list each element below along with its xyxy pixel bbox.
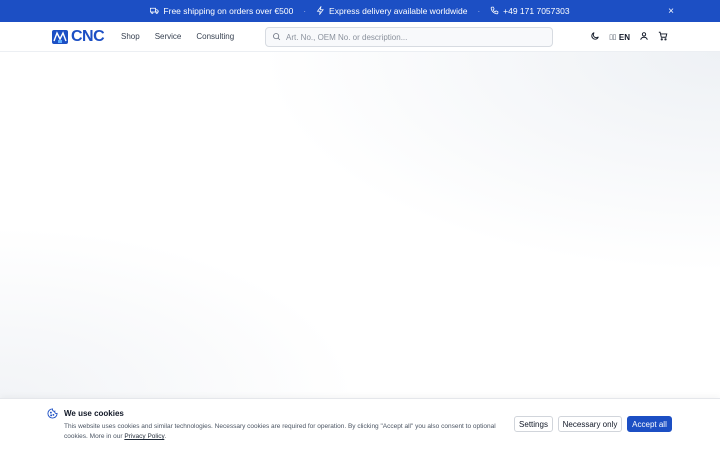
delivery-notice: Express delivery available worldwide	[316, 4, 468, 17]
shipping-notice: Free shipping on orders over €500	[150, 6, 293, 17]
cookie-banner: We use cookies This website uses cookies…	[0, 398, 720, 450]
language-switcher[interactable]: ▯▯ EN	[609, 33, 630, 42]
phone-icon	[490, 6, 499, 17]
moon-icon[interactable]	[590, 31, 600, 43]
nav-service[interactable]: Service	[155, 32, 182, 41]
search-input[interactable]	[286, 32, 546, 42]
truck-icon	[150, 6, 160, 17]
separator: ·	[477, 6, 481, 16]
cart-icon[interactable]	[658, 31, 668, 43]
phone-number: +49 171 7057303	[503, 6, 570, 16]
phone-link[interactable]: +49 171 7057303	[490, 6, 570, 17]
nav-consulting[interactable]: Consulting	[196, 32, 234, 41]
cookie-text: This website uses cookies and similar te…	[64, 422, 504, 442]
logo-mark-icon	[52, 30, 68, 44]
logo[interactable]: CNC	[51, 28, 105, 46]
announcement-bar: Free shipping on orders over €500 · Expr…	[0, 0, 720, 22]
shipping-text: Free shipping on orders over €500	[163, 6, 294, 16]
main-content	[0, 52, 720, 398]
flag-icon: ▯▯	[609, 34, 616, 41]
accept-all-button[interactable]: Accept all	[627, 416, 672, 432]
search-bar[interactable]	[265, 27, 553, 47]
user-icon[interactable]	[639, 31, 649, 43]
logo-text: CNC	[71, 28, 105, 45]
close-icon[interactable]: ×	[664, 4, 678, 18]
nav-shop[interactable]: Shop	[121, 32, 140, 41]
separator: ·	[303, 6, 307, 16]
cookie-title: We use cookies	[64, 409, 124, 418]
search-icon	[272, 28, 281, 46]
main-nav: Shop Service Consulting	[121, 32, 234, 41]
delivery-text: Express delivery available worldwide	[329, 6, 468, 16]
site-header: CNC Shop Service Consulting ▯▯ EN	[0, 22, 720, 52]
header-actions: ▯▯ EN	[590, 31, 668, 43]
settings-button[interactable]: Settings	[514, 416, 553, 432]
necessary-only-button[interactable]: Necessary only	[558, 416, 622, 432]
language-label: EN	[618, 32, 630, 42]
lightning-icon	[316, 4, 325, 17]
cookie-text-end: .	[164, 433, 167, 440]
privacy-policy-link[interactable]: Privacy Policy	[124, 433, 164, 440]
cookie-icon	[47, 408, 58, 419]
